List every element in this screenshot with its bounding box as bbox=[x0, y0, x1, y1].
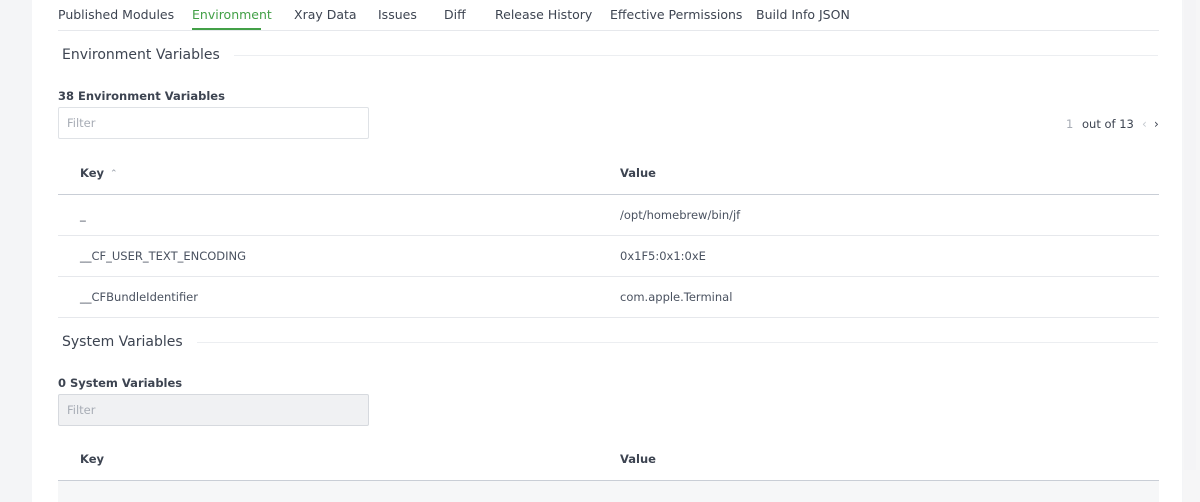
row-key: __CFBundleIdentifier bbox=[80, 290, 198, 304]
chevron-left-icon[interactable]: ‹ bbox=[1142, 117, 1147, 131]
system-count-label: 0 System Variables bbox=[58, 376, 183, 390]
section-divider bbox=[62, 342, 1158, 343]
row-key: __CF_USER_TEXT_ENCODING bbox=[80, 249, 247, 263]
tab-effective-permissions[interactable]: Effective Permissions bbox=[610, 7, 742, 22]
system-filter-input bbox=[58, 394, 369, 426]
column-header-value[interactable]: Value bbox=[620, 452, 656, 466]
row-value: com.apple.Terminal bbox=[620, 290, 733, 304]
column-header-key[interactable]: Key ⌃ bbox=[80, 166, 118, 180]
sort-ascending-icon[interactable]: ⌃ bbox=[110, 169, 118, 179]
empty-table-row bbox=[58, 481, 1159, 502]
environment-count-label: 38 Environment Variables bbox=[58, 89, 225, 103]
table-row: __CF_USER_TEXT_ENCODING 0x1F5:0x1:0xE bbox=[58, 236, 1159, 277]
column-header-value[interactable]: Value bbox=[620, 166, 656, 180]
tab-build-info-json[interactable]: Build Info JSON bbox=[756, 7, 850, 22]
table-header: Key Value bbox=[58, 438, 1159, 481]
tab-release-history[interactable]: Release History bbox=[495, 7, 592, 22]
chevron-right-icon[interactable]: › bbox=[1154, 117, 1159, 131]
active-tab-indicator bbox=[192, 28, 261, 30]
vertical-scrollbar[interactable] bbox=[1183, 0, 1200, 502]
environment-section-title: Environment Variables bbox=[62, 47, 234, 63]
tab-environment[interactable]: Environment bbox=[192, 7, 272, 22]
scrollbar-thumb[interactable] bbox=[1184, 0, 1196, 470]
tab-diff[interactable]: Diff bbox=[444, 7, 466, 22]
row-value: 0x1F5:0x1:0xE bbox=[620, 249, 706, 263]
tab-xray-data[interactable]: Xray Data bbox=[294, 7, 357, 22]
main-panel: Published Modules Environment Xray Data … bbox=[32, 0, 1182, 502]
system-section-title: System Variables bbox=[62, 334, 197, 350]
environment-filter-input[interactable] bbox=[58, 107, 369, 139]
tab-published-modules[interactable]: Published Modules bbox=[58, 7, 174, 22]
table-header: Key ⌃ Value bbox=[58, 152, 1159, 195]
table-row: _ /opt/homebrew/bin/jf bbox=[58, 195, 1159, 236]
row-key: _ bbox=[80, 208, 86, 222]
table-row: __CFBundleIdentifier com.apple.Terminal bbox=[58, 277, 1159, 318]
column-header-key[interactable]: Key bbox=[80, 452, 104, 466]
row-value: /opt/homebrew/bin/jf bbox=[620, 208, 741, 222]
current-page-input[interactable]: 1 bbox=[1066, 117, 1073, 131]
column-header-key-label: Key bbox=[80, 166, 105, 180]
tab-bar: Published Modules Environment Xray Data … bbox=[58, 0, 1159, 31]
page-total-label: out of 13 bbox=[1082, 117, 1134, 131]
tab-issues[interactable]: Issues bbox=[378, 7, 417, 22]
